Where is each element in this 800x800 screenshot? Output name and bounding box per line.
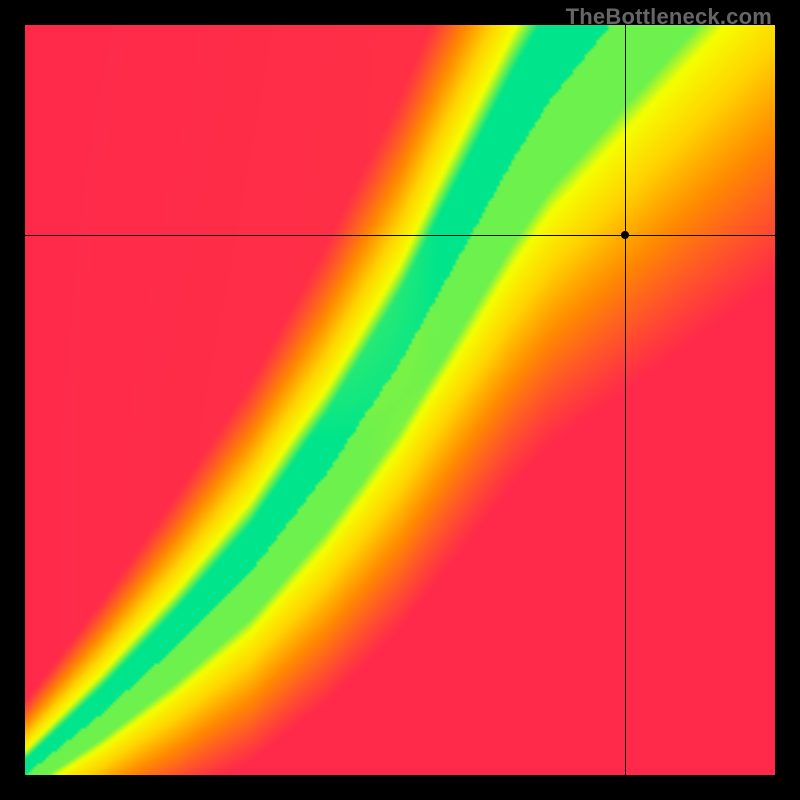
bottleneck-heatmap <box>25 25 775 775</box>
chart-stage: TheBottleneck.com <box>0 0 800 800</box>
